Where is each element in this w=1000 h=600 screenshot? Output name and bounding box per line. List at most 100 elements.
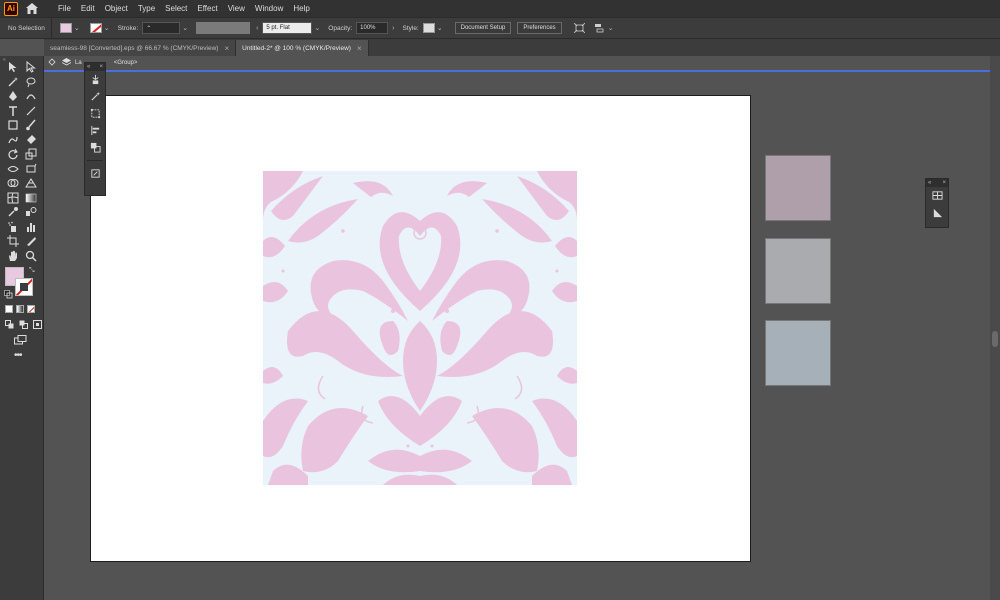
draw-behind-icon[interactable]: [19, 320, 29, 332]
chevron-down-icon[interactable]: ⌄: [182, 24, 188, 32]
close-icon[interactable]: ×: [99, 64, 103, 70]
arrange-icon[interactable]: [594, 23, 606, 33]
tab-seamless-98[interactable]: seamless-98 [Converted].eps @ 66.67 % (C…: [44, 40, 237, 56]
rectangle-tool-icon[interactable]: [4, 118, 22, 133]
graphic-style-swatch[interactable]: [422, 23, 435, 33]
back-arrow-icon[interactable]: [48, 58, 56, 68]
damask-pattern-artwork[interactable]: [263, 171, 577, 485]
chevron-down-icon[interactable]: ⌄: [314, 24, 320, 32]
perspective-grid-tool-icon[interactable]: [22, 176, 40, 191]
magic-wand-tool-icon[interactable]: [4, 75, 22, 90]
free-transform-tool-icon[interactable]: [22, 162, 40, 177]
direct-selection-tool-icon[interactable]: [22, 60, 40, 75]
stroke-label: Stroke:: [117, 24, 139, 32]
align-tool-icon[interactable]: [85, 122, 105, 139]
stroke-swatch[interactable]: [15, 278, 33, 296]
line-tool-icon[interactable]: [22, 104, 40, 119]
variable-width-profile[interactable]: [196, 22, 251, 34]
panel-collapse-icon[interactable]: «: [87, 64, 90, 70]
stroke-color-swatch[interactable]: [89, 23, 102, 33]
rotate-tool-icon[interactable]: [4, 147, 22, 162]
scale-tool-icon[interactable]: [22, 147, 40, 162]
tab-untitled-2[interactable]: Untitled-2* @ 100 % (CMYK/Preview) ×: [236, 40, 369, 56]
pen-tool-icon[interactable]: [4, 89, 22, 104]
eraser-tool-icon[interactable]: [22, 133, 40, 148]
opacity-field[interactable]: 100%: [356, 22, 389, 34]
gradient-panel-icon[interactable]: [926, 204, 948, 221]
magic-wand-tool-icon[interactable]: [85, 88, 105, 105]
curvature-tool-icon[interactable]: [22, 89, 40, 104]
menu-select[interactable]: Select: [160, 4, 192, 13]
vertical-scrollbar[interactable]: [990, 56, 1000, 600]
type-tool-icon[interactable]: [4, 104, 22, 119]
none-mode-icon[interactable]: [27, 305, 35, 313]
menu-type[interactable]: Type: [133, 4, 160, 13]
panel-collapse-icon[interactable]: «: [928, 180, 931, 186]
menu-file[interactable]: File: [48, 4, 76, 13]
menu-effect[interactable]: Effect: [192, 4, 222, 13]
mesh-tool-icon[interactable]: [4, 191, 22, 206]
chevron-down-icon[interactable]: ⌄: [74, 24, 80, 32]
menu-help[interactable]: Help: [288, 4, 314, 13]
close-icon[interactable]: ×: [942, 180, 946, 186]
paintbrush-tool-icon[interactable]: [22, 118, 40, 133]
transform-tool-icon[interactable]: [85, 105, 105, 122]
menu-edit[interactable]: Edit: [76, 4, 100, 13]
slice-tool-icon[interactable]: [22, 234, 40, 249]
gradient-mode-icon[interactable]: [16, 305, 24, 313]
stroke-weight-field[interactable]: ⌃: [142, 22, 181, 34]
shaper-tool-icon[interactable]: [4, 133, 22, 148]
close-icon[interactable]: ×: [224, 44, 229, 53]
transform-icon[interactable]: [574, 23, 586, 33]
menu-view[interactable]: View: [223, 4, 250, 13]
brush-definition-field[interactable]: 5 pt. Flat: [262, 22, 313, 34]
fill-color-swatch[interactable]: [59, 23, 72, 33]
width-tool-icon[interactable]: [4, 162, 22, 177]
isolation-mode-bar: La <Group>: [44, 56, 990, 72]
artboard-export-icon[interactable]: [85, 165, 105, 182]
document-tabs: seamless-98 [Converted].eps @ 66.67 % (C…: [44, 39, 1000, 56]
chevron-down-icon[interactable]: ⌄: [104, 24, 110, 32]
libraries-panel-icon[interactable]: [926, 187, 948, 204]
floating-tools-panel: « ×: [84, 62, 106, 196]
color-swatch-mauve[interactable]: [765, 155, 831, 221]
screen-mode-icon[interactable]: [14, 335, 27, 348]
tab-label: seamless-98 [Converted].eps @ 66.67 % (C…: [50, 44, 219, 52]
close-icon[interactable]: ×: [357, 44, 362, 53]
illustrator-logo: Ai: [4, 1, 18, 16]
pathfinder-tool-icon[interactable]: [85, 139, 105, 156]
zoom-tool-icon[interactable]: [22, 249, 40, 264]
lasso-tool-icon[interactable]: [22, 75, 40, 90]
chevron-down-icon[interactable]: ⌄: [608, 24, 614, 32]
home-icon[interactable]: [24, 1, 40, 17]
shape-builder-tool-icon[interactable]: [4, 176, 22, 191]
draw-inside-icon[interactable]: [33, 320, 43, 332]
symbol-sprayer-tool-icon[interactable]: [4, 220, 22, 235]
chevron-down-icon[interactable]: ⌄: [437, 24, 443, 32]
eyedropper-tool-icon[interactable]: [4, 205, 22, 220]
hand-tool-icon[interactable]: [4, 249, 22, 264]
puppet-warp-tool-icon[interactable]: [85, 71, 105, 88]
scrollbar-thumb[interactable]: [992, 331, 998, 347]
breadcrumb-layer[interactable]: La: [75, 60, 82, 66]
blend-tool-icon[interactable]: [22, 205, 40, 220]
swap-fill-stroke-icon[interactable]: ⤡: [29, 267, 35, 275]
column-graph-tool-icon[interactable]: [22, 220, 40, 235]
document-setup-button[interactable]: Document Setup: [454, 22, 512, 34]
chevron-right-icon[interactable]: ›: [392, 25, 394, 32]
preferences-button[interactable]: Preferences: [517, 22, 562, 34]
chevron-left-icon[interactable]: ‹: [256, 25, 258, 32]
draw-normal-icon[interactable]: [5, 320, 15, 332]
default-fill-stroke-icon[interactable]: [4, 290, 13, 302]
more-tools-icon[interactable]: •••: [14, 350, 22, 361]
selection-tool-icon[interactable]: [4, 60, 22, 75]
color-swatch-blue-gray[interactable]: [765, 320, 831, 386]
tab-label: Untitled-2* @ 100 % (CMYK/Preview): [242, 44, 351, 52]
artboard-tool-icon[interactable]: [4, 234, 22, 249]
menu-window[interactable]: Window: [250, 4, 288, 13]
color-mode-icon[interactable]: [5, 305, 13, 313]
gradient-tool-icon[interactable]: [22, 191, 40, 206]
breadcrumb-group[interactable]: <Group>: [114, 60, 138, 66]
color-swatch-gray[interactable]: [765, 238, 831, 304]
menu-object[interactable]: Object: [100, 4, 133, 13]
